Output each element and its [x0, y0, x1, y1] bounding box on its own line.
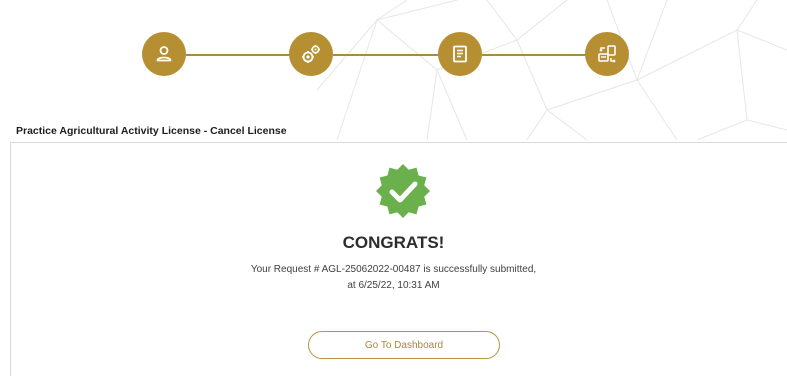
- congrats-title: CONGRATS!: [342, 233, 445, 252]
- progress-stepper: [0, 0, 787, 100]
- step-review[interactable]: [438, 32, 482, 76]
- user-icon: [156, 46, 172, 62]
- stepper-connector: [482, 54, 586, 56]
- header-banner: [0, 0, 787, 140]
- page-title: Practice Agricultural Activity License -…: [16, 125, 287, 137]
- document-icon: [453, 45, 467, 63]
- request-message: Your Request # AGL-25062022-00487 is suc…: [250, 264, 537, 275]
- step-applicant[interactable]: [142, 32, 186, 76]
- checkmark-badge-icon: [376, 164, 430, 218]
- stepper-connector: [186, 54, 290, 56]
- submission-timestamp: at 6/25/22, 10:31 AM: [347, 280, 440, 291]
- documents-exchange-icon: [598, 45, 616, 63]
- step-processing[interactable]: [289, 32, 333, 76]
- step-completion[interactable]: [585, 32, 629, 76]
- gears-icon: [302, 45, 320, 63]
- go-to-dashboard-button[interactable]: Go To Dashboard: [308, 331, 500, 359]
- stepper-connector: [333, 54, 439, 56]
